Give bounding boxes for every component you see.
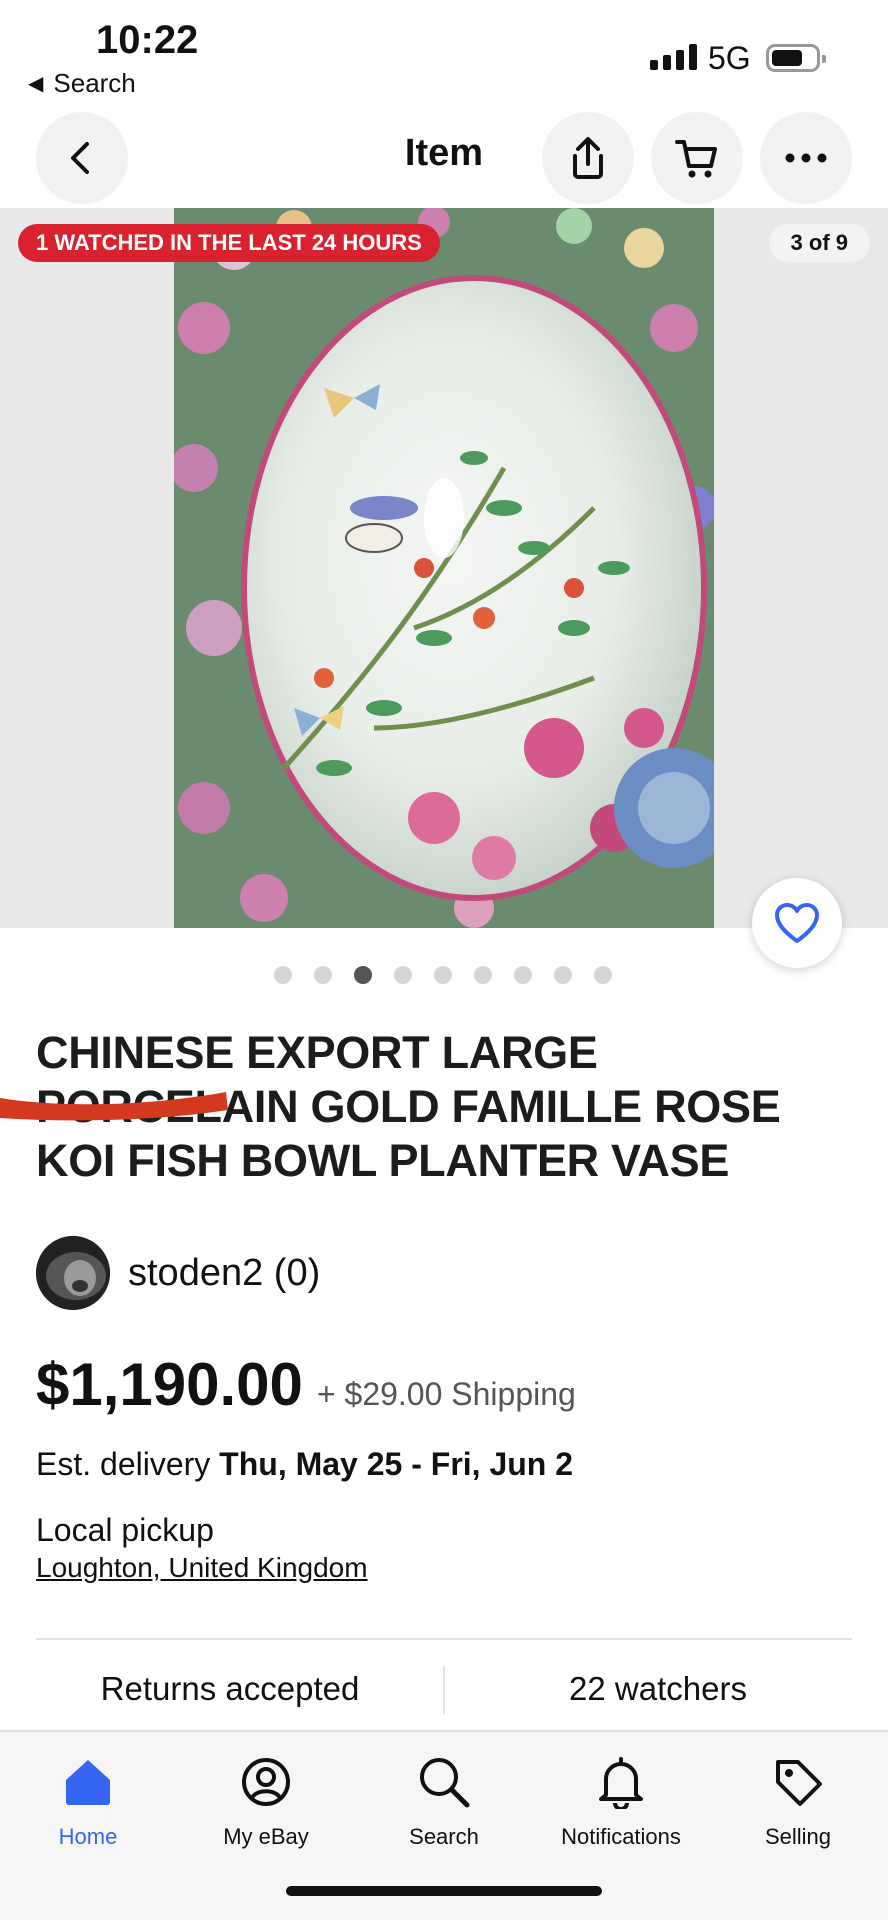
shipping-cost: + $29.00 Shipping — [316, 1376, 576, 1412]
pickup-location-link[interactable]: Loughton, United Kingdom — [36, 1552, 368, 1584]
network-label: 5G — [708, 40, 751, 76]
page-title: Item — [404, 132, 484, 174]
page-dot[interactable] — [594, 966, 612, 984]
divider — [36, 1638, 852, 1640]
more-icon — [785, 153, 827, 163]
tag-icon — [776, 1760, 822, 1806]
pickup-label: Local pickup — [36, 1512, 214, 1548]
page-dot[interactable] — [554, 966, 572, 984]
delivery-estimate: Est. delivery Thu, May 25 - Fri, Jun 2 — [36, 1446, 573, 1483]
share-icon — [573, 137, 603, 179]
cart-button[interactable] — [651, 112, 743, 204]
item-price: $1,190.00 — [36, 1351, 303, 1418]
vase-image — [174, 208, 714, 928]
watch-button[interactable] — [752, 878, 842, 968]
seller-name[interactable]: stoden2 (0) — [128, 1252, 320, 1295]
bell-icon — [599, 1757, 643, 1809]
share-button[interactable] — [542, 112, 634, 204]
page-dot[interactable] — [394, 966, 412, 984]
heart-icon — [775, 903, 819, 943]
status-bar: 10:22 ◀ Search 5G — [0, 0, 888, 108]
watched-badge: 1 WATCHED IN THE LAST 24 HOURS — [18, 224, 440, 262]
page-dot-active[interactable] — [354, 966, 372, 984]
back-triangle-icon: ◀ — [28, 73, 44, 95]
status-time: 10:22 — [96, 18, 199, 62]
tab-my-ebay[interactable]: My eBay — [186, 1750, 346, 1850]
home-indicator[interactable] — [286, 1886, 602, 1896]
page-dot[interactable] — [274, 966, 292, 984]
avatar — [36, 1236, 110, 1310]
page-dot[interactable] — [474, 966, 492, 984]
info-row: Returns accepted 22 watchers — [0, 1666, 888, 1718]
page-dot[interactable] — [514, 966, 532, 984]
tab-selling[interactable]: Selling — [718, 1750, 878, 1850]
battery-icon — [766, 44, 826, 72]
image-gallery[interactable]: 1 WATCHED IN THE LAST 24 HOURS 3 of 9 — [0, 208, 888, 928]
more-button[interactable] — [760, 112, 852, 204]
back-to-app-link[interactable]: ◀ Search — [28, 68, 136, 99]
delivery-dates: Thu, May 25 - Fri, Jun 2 — [219, 1446, 574, 1482]
seller-row[interactable]: stoden2 (0) — [36, 1236, 320, 1310]
tab-label: Search — [409, 1824, 479, 1849]
tab-notifications[interactable]: Notifications — [541, 1750, 701, 1850]
gallery-pagination[interactable] — [274, 966, 612, 984]
home-icon — [66, 1760, 110, 1805]
tab-home[interactable]: Home — [8, 1750, 168, 1850]
info-separator — [443, 1666, 445, 1714]
page-dot[interactable] — [314, 966, 332, 984]
lion-avatar-image — [36, 1236, 110, 1310]
product-photo[interactable] — [174, 208, 714, 928]
signal-icon — [650, 44, 697, 70]
tab-search[interactable]: Search — [364, 1750, 524, 1850]
back-app-label: Search — [53, 68, 136, 98]
page-dot[interactable] — [434, 966, 452, 984]
tab-label: Selling — [764, 1824, 832, 1849]
returns-info[interactable]: Returns accepted — [36, 1670, 424, 1708]
search-icon — [420, 1758, 470, 1808]
redaction-mark — [0, 1092, 228, 1121]
delivery-label: Est. delivery — [36, 1446, 211, 1482]
user-circle-icon — [242, 1758, 290, 1806]
image-counter: 3 of 9 — [768, 224, 870, 262]
tab-label: Notifications — [561, 1824, 681, 1849]
nav-bar: Item — [0, 108, 888, 208]
tab-label: Home — [58, 1824, 118, 1849]
cart-icon — [675, 140, 717, 178]
price-row: $1,190.00 + $29.00 Shipping — [36, 1350, 576, 1419]
watchers-count: 22 watchers — [569, 1670, 747, 1707]
tab-label: My eBay — [223, 1824, 309, 1849]
